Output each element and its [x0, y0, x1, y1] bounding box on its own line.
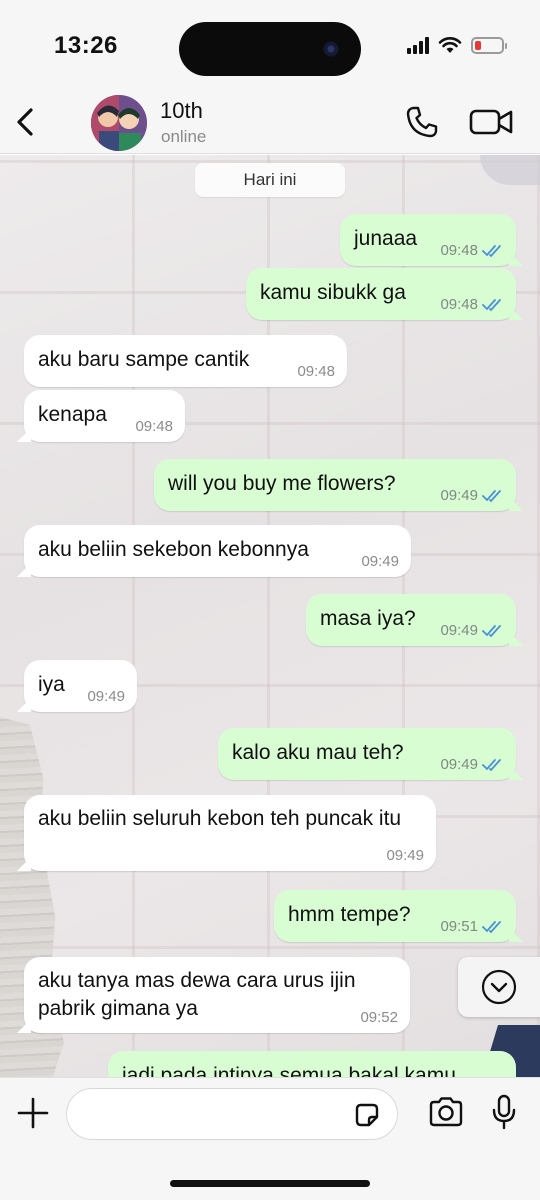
message-time: 09:49: [440, 756, 478, 773]
contact-name[interactable]: 10th: [160, 98, 203, 124]
message-text: junaaa: [354, 227, 418, 250]
cellular-signal-icon: [407, 36, 429, 54]
back-button[interactable]: [10, 102, 40, 142]
message-bubble-outgoing[interactable]: kalo aku mau teh? 09:49: [218, 728, 516, 780]
message-bubble-outgoing[interactable]: will you buy me flowers? 09:49: [154, 459, 516, 511]
message-time: 09:49: [386, 847, 424, 864]
message-bubble-outgoing[interactable]: hmm tempe? 09:51: [274, 890, 516, 942]
microphone-icon: [492, 1094, 516, 1130]
message-text: aku tanya mas dewa cara urus ijin pabrik…: [38, 969, 356, 1020]
message-text: jadi pada intinya semua bakal kamu: [122, 1064, 456, 1077]
message-text: masa iya?: [320, 607, 416, 630]
message-bubble-incoming[interactable]: aku baru sampe cantik 09:48: [24, 335, 347, 387]
message-bubble-incoming[interactable]: iya 09:49: [24, 660, 137, 712]
read-receipt-icon: [482, 298, 501, 311]
video-camera-icon: [469, 109, 513, 135]
message-bubble-outgoing[interactable]: junaaa 09:48: [340, 214, 516, 266]
camera-button[interactable]: [428, 1096, 464, 1128]
home-indicator[interactable]: [170, 1180, 370, 1187]
read-receipt-icon: [482, 758, 501, 771]
wallpaper-decoration: [480, 155, 540, 185]
message-text: kamu sibukk ga: [260, 281, 406, 304]
message-bubble-outgoing[interactable]: jadi pada intinya semua bakal kamu: [108, 1051, 516, 1077]
scroll-to-bottom-button[interactable]: [458, 957, 540, 1017]
message-text: aku baru sampe cantik: [38, 348, 250, 371]
status-icons: [407, 36, 507, 54]
sticker-button[interactable]: [353, 1101, 381, 1129]
video-call-button[interactable]: [468, 104, 514, 140]
avatar-image: [91, 95, 147, 151]
message-bubble-incoming[interactable]: aku beliin sekebon kebonnya 09:49: [24, 525, 411, 577]
contact-status: online: [161, 127, 207, 146]
status-bar: 13:26: [0, 0, 540, 94]
voice-call-button[interactable]: [404, 104, 440, 140]
chat-area[interactable]: Hari ini junaaa 09:48 kamu sibukk ga 09:…: [0, 155, 540, 1077]
camera-icon: [429, 1097, 463, 1127]
message-bubble-outgoing[interactable]: masa iya? 09:49: [306, 594, 516, 646]
message-time: 09:51: [440, 918, 478, 935]
message-time: 09:48: [440, 242, 478, 259]
message-bubble-incoming[interactable]: aku tanya mas dewa cara urus ijin pabrik…: [24, 957, 410, 1033]
message-text: aku beliin seluruh kebon teh puncak itu: [38, 807, 402, 830]
message-input[interactable]: [66, 1088, 398, 1140]
message-text: aku beliin sekebon kebonnya: [38, 538, 309, 561]
dynamic-island: [179, 22, 361, 76]
sticker-icon: [355, 1103, 379, 1127]
message-text: kalo aku mau teh?: [232, 741, 404, 764]
wifi-icon: [438, 37, 462, 53]
message-text: iya: [38, 673, 65, 696]
message-bubble-outgoing[interactable]: kamu sibukk ga 09:48: [246, 268, 516, 320]
message-bubble-incoming[interactable]: aku beliin seluruh kebon teh puncak itu …: [24, 795, 436, 871]
message-composer: [0, 1077, 540, 1200]
front-camera-icon: [321, 39, 341, 59]
attach-button[interactable]: [16, 1096, 50, 1130]
voice-message-button[interactable]: [491, 1094, 517, 1130]
message-bubble-incoming[interactable]: kenapa 09:48: [24, 390, 185, 442]
chat-header: 10th online: [0, 94, 540, 154]
message-time: 09:48: [297, 363, 335, 380]
message-time: 09:48: [440, 296, 478, 313]
chevron-left-icon: [17, 108, 33, 136]
read-receipt-icon: [482, 489, 501, 502]
message-time: 09:49: [440, 487, 478, 504]
message-time: 09:49: [440, 622, 478, 639]
message-time: 09:48: [135, 418, 173, 435]
phone-icon: [406, 106, 438, 138]
chevron-down-circle-icon: [481, 969, 517, 1005]
date-separator: Hari ini: [195, 163, 345, 197]
message-time: 09:49: [87, 688, 125, 705]
message-text: will you buy me flowers?: [168, 472, 396, 495]
avatar[interactable]: [91, 95, 147, 151]
message-text: kenapa: [38, 403, 107, 426]
plus-icon: [17, 1097, 49, 1129]
battery-icon: [471, 36, 507, 54]
message-time: 09:52: [360, 1009, 398, 1026]
status-time: 13:26: [54, 32, 118, 59]
read-receipt-icon: [482, 244, 501, 257]
read-receipt-icon: [482, 920, 501, 933]
message-text: hmm tempe?: [288, 903, 411, 926]
message-time: 09:49: [361, 553, 399, 570]
read-receipt-icon: [482, 624, 501, 637]
